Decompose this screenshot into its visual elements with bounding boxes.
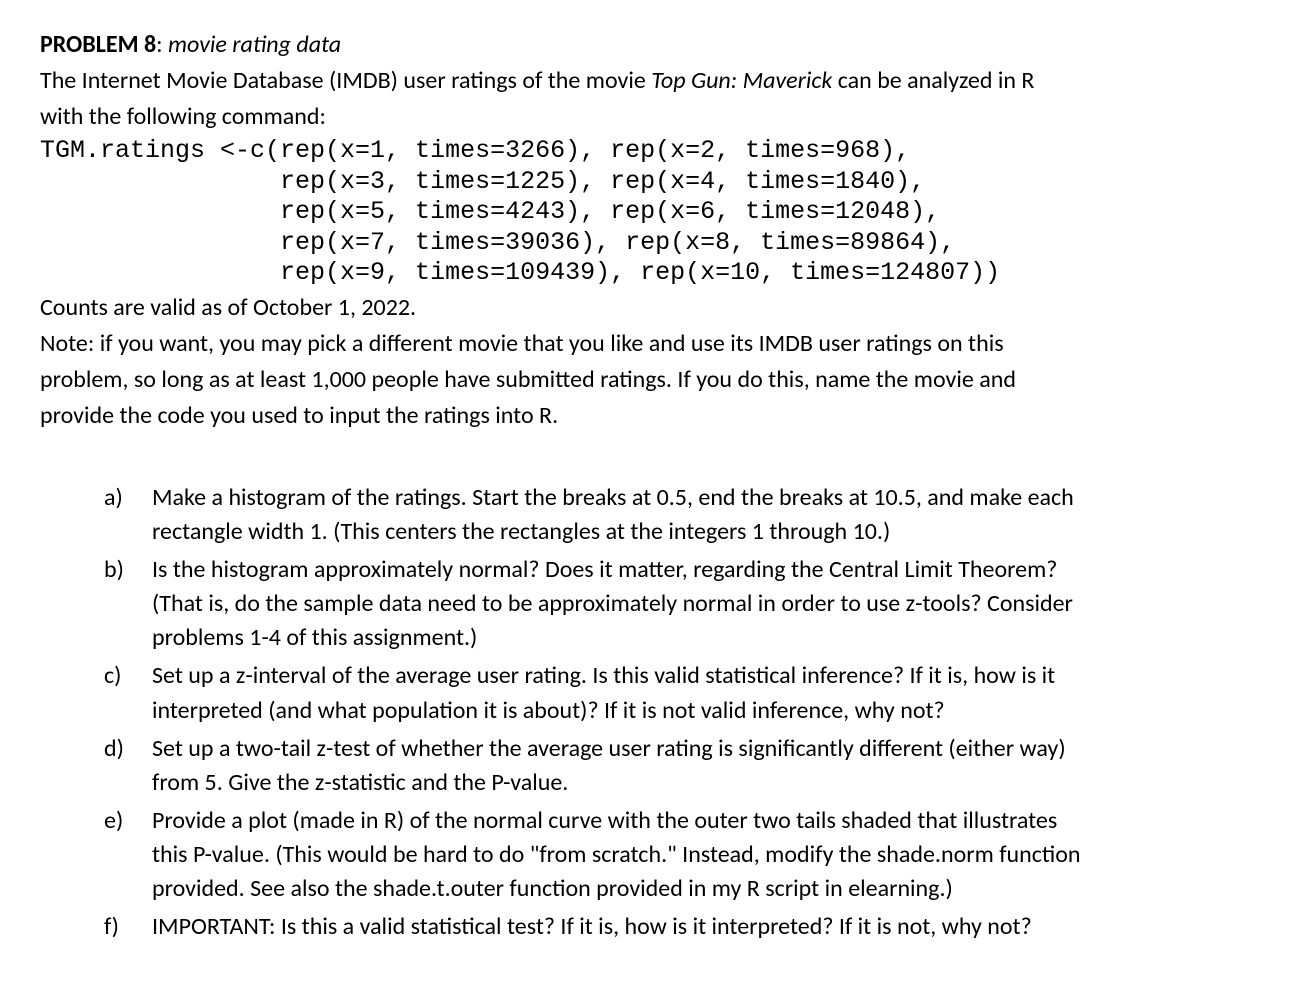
note-paragraph: Note: if you want, you may pick a differ… <box>40 327 1272 433</box>
problem-label: PROBLEM 8 <box>40 30 156 59</box>
question-line: Is the histogram approximately normal? D… <box>152 553 1272 587</box>
question-text: IMPORTANT: Is this a valid statistical t… <box>152 910 1272 944</box>
question-marker: d) <box>104 732 152 800</box>
question-line: provided. See also the shade.t.outer fun… <box>152 872 1272 906</box>
question-line: this P-value. (This would be hard to do … <box>152 838 1272 872</box>
question-marker: b) <box>104 553 152 655</box>
note-line3: provide the code you used to input the r… <box>40 399 1272 433</box>
note-line2: problem, so long as at least 1,000 peopl… <box>40 363 1272 397</box>
question-line: IMPORTANT: Is this a valid statistical t… <box>152 910 1272 944</box>
question-line: (That is, do the sample data need to be … <box>152 587 1272 621</box>
note-line1: Note: if you want, you may pick a differ… <box>40 327 1272 361</box>
intro-paragraph: The Internet Movie Database (IMDB) user … <box>40 64 1272 134</box>
question-line: Set up a two-tail z-test of whether the … <box>152 732 1272 766</box>
question-line: interpreted (and what population it is a… <box>152 694 1272 728</box>
problem-colon: : <box>156 30 168 59</box>
question-marker: c) <box>104 659 152 727</box>
questions-list: a)Make a histogram of the ratings. Start… <box>40 481 1272 944</box>
intro-line1-post: can be analyzed in R <box>832 66 1034 95</box>
question-text: Set up a z-interval of the average user … <box>152 659 1272 727</box>
problem-heading: PROBLEM 8: movie rating data <box>40 28 1272 62</box>
question-item: d)Set up a two-tail z-test of whether th… <box>104 732 1272 800</box>
r-code-block: TGM.ratings <-c(rep(x=1, times=3266), re… <box>40 136 1272 289</box>
question-marker: a) <box>104 481 152 549</box>
question-item: e)Provide a plot (made in R) of the norm… <box>104 804 1272 906</box>
question-line: from 5. Give the z-statistic and the P-v… <box>152 766 1272 800</box>
page: PROBLEM 8: movie rating data The Interne… <box>0 0 1312 988</box>
intro-line1-movie: Top Gun: Maverick <box>651 66 832 95</box>
question-text: Is the histogram approximately normal? D… <box>152 553 1272 655</box>
question-line: rectangle width 1. (This centers the rec… <box>152 515 1272 549</box>
intro-line2: with the following command: <box>40 100 1272 134</box>
question-marker: e) <box>104 804 152 906</box>
question-marker: f) <box>104 910 152 944</box>
question-line: Set up a z-interval of the average user … <box>152 659 1272 693</box>
question-text: Provide a plot (made in R) of the normal… <box>152 804 1272 906</box>
counts-valid-line: Counts are valid as of October 1, 2022. <box>40 291 1272 325</box>
question-line: Provide a plot (made in R) of the normal… <box>152 804 1272 838</box>
question-text: Make a histogram of the ratings. Start t… <box>152 481 1272 549</box>
question-item: c)Set up a z-interval of the average use… <box>104 659 1272 727</box>
question-line: Make a histogram of the ratings. Start t… <box>152 481 1272 515</box>
question-item: f)IMPORTANT: Is this a valid statistical… <box>104 910 1272 944</box>
question-item: a)Make a histogram of the ratings. Start… <box>104 481 1272 549</box>
question-text: Set up a two-tail z-test of whether the … <box>152 732 1272 800</box>
problem-title: movie rating data <box>168 30 341 59</box>
question-line: problems 1-4 of this assignment.) <box>152 621 1272 655</box>
question-item: b)Is the histogram approximately normal?… <box>104 553 1272 655</box>
intro-line1-pre: The Internet Movie Database (IMDB) user … <box>40 66 651 95</box>
